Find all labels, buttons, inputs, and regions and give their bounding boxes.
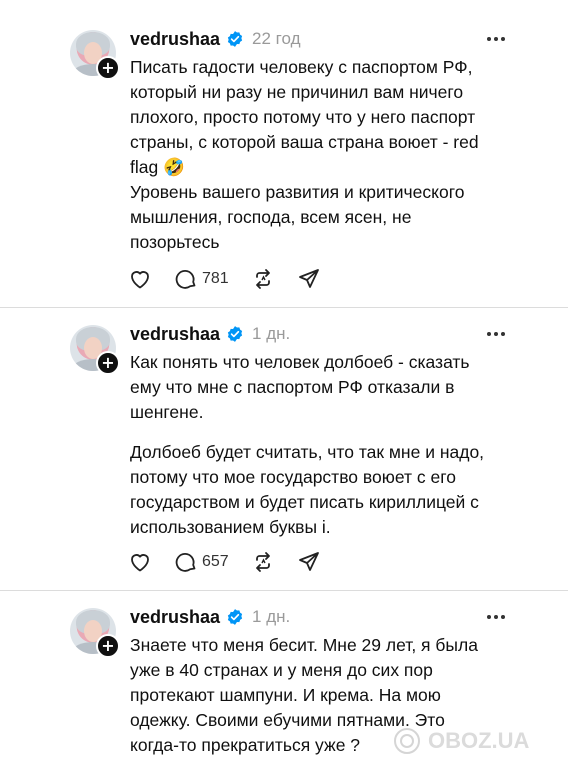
verified-icon (227, 609, 243, 625)
like-button[interactable] (128, 550, 152, 574)
post-actions: 781 (128, 266, 343, 292)
post-time: 1 дн. (252, 607, 291, 626)
heart-icon (131, 271, 149, 289)
username[interactable]: vedrushaa (130, 324, 220, 345)
verified-icon (227, 31, 243, 47)
reply-count: 781 (202, 270, 229, 287)
share-button[interactable] (297, 267, 321, 291)
more-icon[interactable] (484, 27, 508, 51)
repost-button[interactable] (251, 267, 275, 291)
repost-button[interactable] (251, 550, 275, 574)
post-paragraph: Как понять что человек долбоеб - сказать… (130, 352, 470, 422)
verified-icon (227, 326, 243, 342)
post-paragraph: Долбоеб будет считать, что так мне и над… (130, 442, 485, 537)
reply-button[interactable]: 657 (174, 550, 229, 574)
follow-plus-icon[interactable]: + (96, 56, 120, 80)
heart-icon (131, 554, 149, 572)
reply-button[interactable]: 781 (174, 267, 229, 291)
post-paragraph: Уровень вашего развития и критического м… (130, 182, 465, 252)
reply-count: 657 (202, 553, 229, 570)
post-paragraph: Писать гадости человеку с паспортом РФ, … (130, 57, 479, 177)
post-divider (0, 590, 568, 591)
follow-plus-icon[interactable]: + (96, 351, 120, 375)
repost-icon (255, 552, 270, 572)
like-button[interactable] (128, 267, 152, 291)
more-icon[interactable] (484, 322, 508, 346)
post-header: vedrushaa 1 дн. (130, 605, 290, 629)
more-icon[interactable] (484, 605, 508, 629)
repost-icon (255, 269, 270, 289)
share-button[interactable] (297, 550, 321, 574)
username[interactable]: vedrushaa (130, 29, 220, 50)
comment-icon (175, 553, 196, 572)
share-icon (298, 269, 319, 288)
post-header: vedrushaa 22 год (130, 27, 301, 51)
watermark-logo-icon (394, 728, 420, 754)
post-actions: 657 (128, 549, 343, 575)
post-header: vedrushaa 1 дн. (130, 322, 290, 346)
follow-plus-icon[interactable]: + (96, 634, 120, 658)
post-divider (0, 307, 568, 308)
comment-icon (175, 270, 196, 289)
post-time: 1 дн. (252, 324, 291, 343)
share-icon (298, 552, 319, 571)
watermark-text: OBOZ.UA (428, 728, 530, 753)
username[interactable]: vedrushaa (130, 607, 220, 628)
watermark: OBOZ.UA (392, 726, 529, 756)
post-time: 22 год (252, 29, 301, 48)
